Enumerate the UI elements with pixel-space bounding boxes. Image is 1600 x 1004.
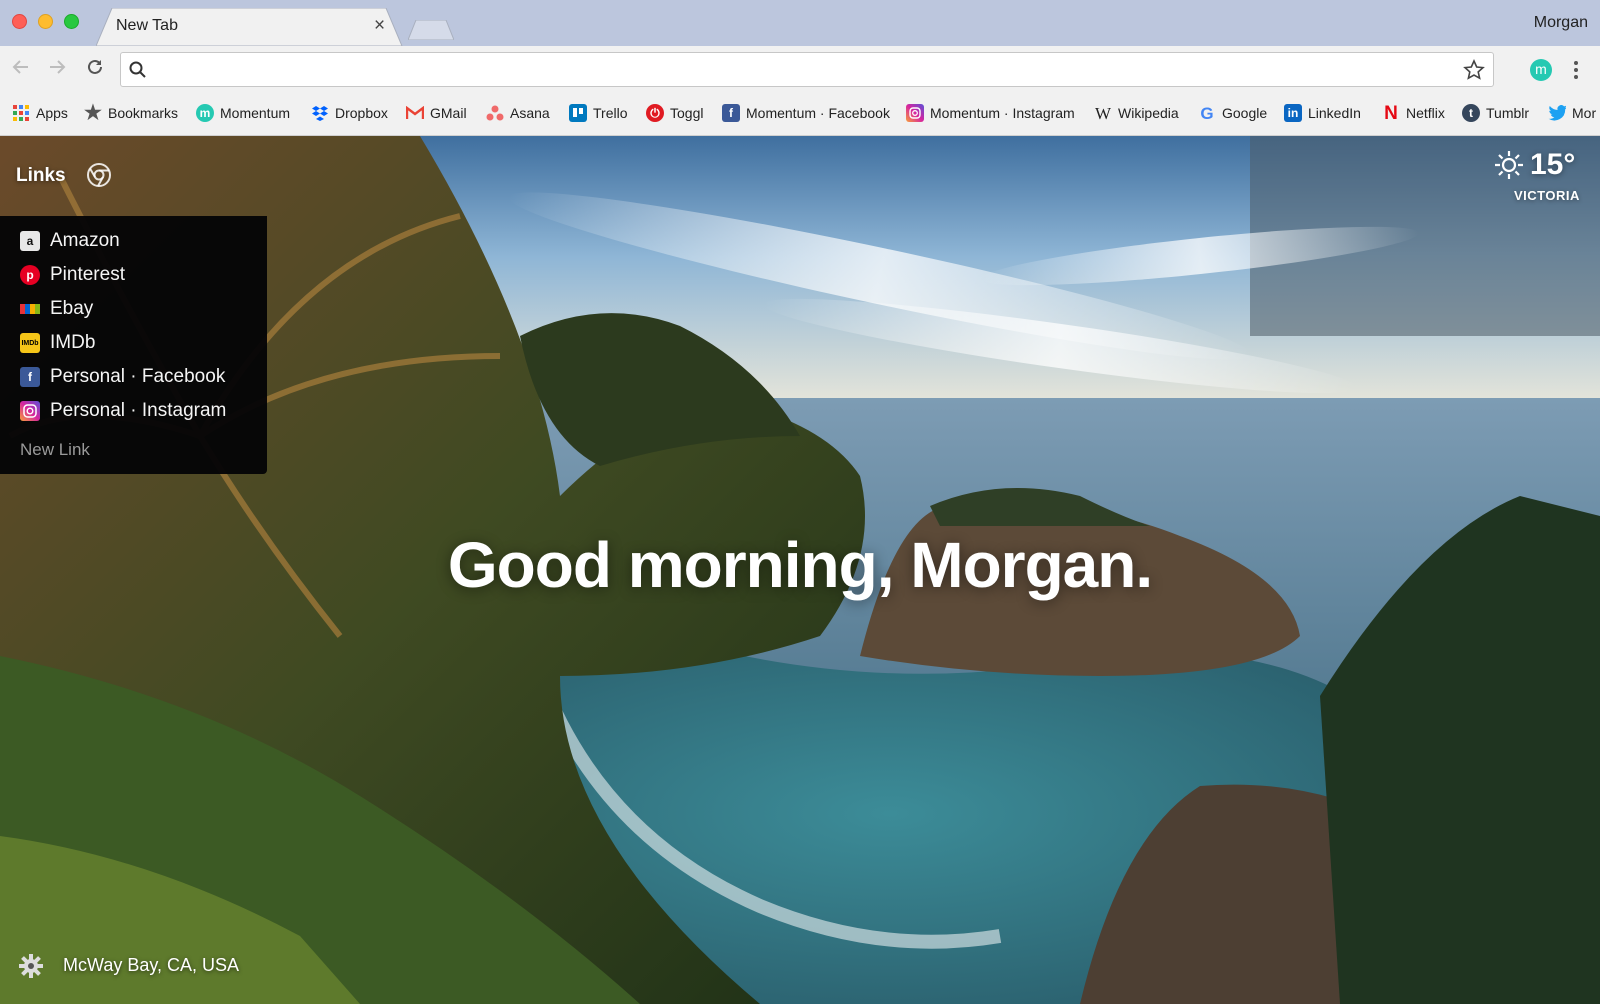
sun-icon[interactable] — [1494, 150, 1524, 180]
link-label: Amazon — [50, 230, 120, 251]
forward-button[interactable] — [44, 54, 70, 80]
bookmark-label: Momentum — [220, 105, 291, 121]
tab-close-button[interactable]: × — [374, 16, 385, 35]
bookmark-dropbox[interactable]: Dropbox — [311, 100, 388, 126]
address-input[interactable] — [155, 59, 1445, 81]
bookmark-google[interactable]: G Google — [1198, 100, 1267, 126]
new-tab-button[interactable] — [407, 19, 455, 41]
link-personal-facebook[interactable]: f Personal · Facebook — [20, 366, 225, 388]
bookmark-label: Apps — [36, 105, 68, 121]
trello-icon — [569, 104, 587, 122]
dropbox-icon — [311, 104, 329, 122]
link-ebay[interactable]: Ebay — [20, 298, 93, 320]
links-toggle[interactable]: Links — [16, 165, 66, 187]
bookmark-star-icon[interactable] — [1463, 59, 1485, 81]
bookmark-momentum[interactable]: m Momentum — [196, 100, 290, 126]
bookmark-label: GMail — [430, 105, 467, 121]
link-amazon[interactable]: a Amazon — [20, 230, 120, 252]
bookmark-label: Tumblr — [1486, 105, 1530, 121]
bookmark-bookmarks[interactable]: ★ Bookmarks — [84, 100, 178, 126]
gear-icon[interactable] — [18, 953, 44, 979]
ebay-icon — [20, 299, 40, 319]
link-label: Pinterest — [50, 264, 125, 285]
momentum-icon: m — [196, 104, 214, 122]
link-imdb[interactable]: IMDb IMDb — [20, 332, 95, 354]
reload-button[interactable] — [82, 54, 108, 80]
twitter-icon — [1548, 104, 1566, 122]
address-bar[interactable] — [120, 52, 1494, 87]
link-label: Personal · Facebook — [50, 366, 226, 387]
bookmark-asana[interactable]: Asana — [486, 100, 550, 126]
arrow-right-icon — [50, 60, 66, 74]
menu-kebab-icon[interactable] — [1572, 58, 1580, 82]
bookmark-label: Asana — [510, 105, 550, 121]
links-panel: a Amazon p Pinterest Ebay IMDb IMDb f Pe… — [0, 216, 267, 474]
facebook-icon: f — [20, 367, 40, 387]
tumblr-icon: t — [1462, 104, 1480, 122]
bookmark-label: LinkedIn — [1308, 105, 1361, 121]
momentum-extension-icon[interactable]: m — [1530, 59, 1552, 81]
bookmark-label: Wikipedia — [1118, 105, 1179, 121]
bookmark-label: Google — [1222, 105, 1268, 121]
bookmark-linkedin[interactable]: in LinkedIn — [1284, 100, 1361, 126]
bookmark-label: Mor — [1572, 105, 1597, 121]
bookmark-trello[interactable]: Trello — [569, 100, 628, 126]
maximize-window-button[interactable] — [64, 14, 79, 29]
gmail-icon — [406, 104, 424, 122]
bookmark-toggl[interactable]: ⏻ Toggl — [646, 100, 703, 126]
bookmark-label: Dropbox — [335, 105, 388, 121]
bookmark-gmail[interactable]: GMail — [406, 100, 467, 126]
instagram-icon — [20, 401, 40, 421]
apps-grid-icon — [12, 104, 30, 122]
weather-temperature[interactable]: 15° — [1530, 148, 1575, 182]
link-personal-instagram[interactable]: Personal · Instagram — [20, 400, 226, 422]
toggl-icon: ⏻ — [646, 104, 664, 122]
link-label: Personal · Instagram — [50, 400, 227, 421]
bookmarks-bar: Apps ★ Bookmarks m Momentum Dropbox GMai… — [0, 90, 1600, 136]
bookmark-label: Toggl — [670, 105, 704, 121]
tab-new-tab[interactable]: New Tab × — [96, 8, 404, 46]
search-icon — [129, 61, 146, 78]
wikipedia-icon: W — [1094, 103, 1112, 123]
instagram-icon — [906, 104, 924, 122]
new-link-button[interactable]: New Link — [20, 440, 90, 460]
bookmark-apps[interactable]: Apps — [12, 100, 68, 126]
greeting: Good morning, Morgan. — [447, 529, 1153, 601]
link-pinterest[interactable]: p Pinterest — [20, 264, 125, 286]
bookmark-label: Bookmarks — [108, 105, 179, 121]
bookmark-label: Momentum · Instagram — [930, 105, 1075, 121]
google-icon: G — [1200, 103, 1214, 123]
back-button[interactable] — [8, 54, 34, 80]
tab-title: New Tab — [116, 17, 178, 34]
close-window-button[interactable] — [12, 14, 27, 29]
link-label: Ebay — [50, 298, 94, 319]
imdb-icon: IMDb — [20, 333, 40, 353]
weather-location[interactable]: VICTORIA — [1514, 188, 1580, 203]
bookmark-momentum-instagram[interactable]: Momentum · Instagram — [906, 100, 1075, 126]
photo-location[interactable]: McWay Bay, CA, USA — [63, 955, 239, 976]
arrow-left-icon — [12, 60, 28, 74]
link-label: IMDb — [50, 332, 96, 353]
bookmark-label: Momentum · Facebook — [746, 105, 890, 121]
minimize-window-button[interactable] — [38, 14, 53, 29]
bookmark-label: Netflix — [1406, 105, 1445, 121]
bookmark-tumblr[interactable]: t Tumblr — [1462, 100, 1529, 126]
bookmark-wikipedia[interactable]: W Wikipedia — [1094, 100, 1179, 126]
star-icon: ★ — [84, 102, 102, 124]
bookmark-twitter[interactable]: Mor — [1548, 100, 1596, 126]
bookmark-momentum-facebook[interactable]: f Momentum · Facebook — [722, 100, 890, 126]
linkedin-icon: in — [1284, 104, 1302, 122]
asana-icon — [486, 104, 504, 122]
bookmark-netflix[interactable]: N Netflix — [1382, 100, 1445, 126]
reload-icon — [88, 59, 102, 74]
pinterest-icon: p — [20, 265, 40, 285]
profile-name[interactable]: Morgan — [1534, 14, 1588, 32]
netflix-icon: N — [1384, 102, 1398, 124]
chrome-tab-icon[interactable] — [86, 162, 112, 188]
facebook-icon: f — [722, 104, 740, 122]
bookmark-label: Trello — [593, 105, 628, 121]
amazon-icon: a — [20, 231, 40, 251]
